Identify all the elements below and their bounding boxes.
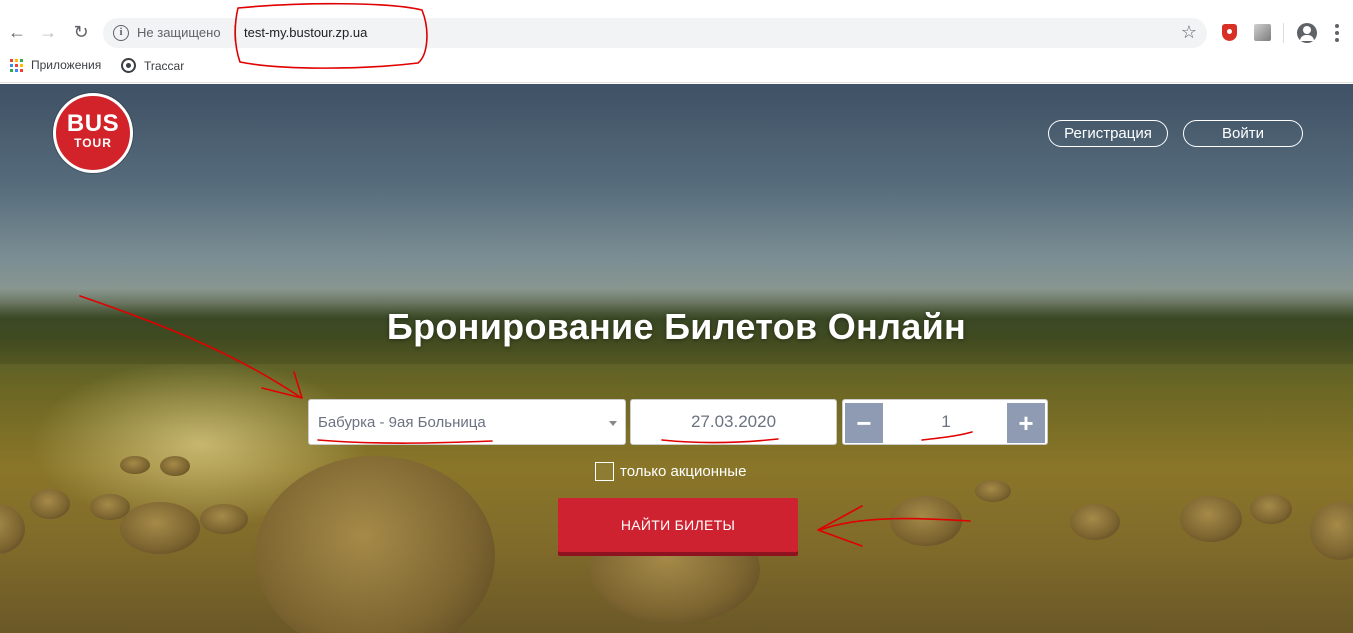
page-title: Бронирование Билетов Онлайн: [386, 306, 967, 347]
register-button[interactable]: Регистрация: [1048, 120, 1168, 147]
date-input[interactable]: 27.03.2020: [630, 399, 837, 445]
background-hay-bale: [90, 494, 130, 520]
back-arrow-icon[interactable]: ←: [5, 20, 29, 44]
shield-extension-icon[interactable]: [1222, 24, 1237, 41]
background-hay-bale: [890, 496, 962, 546]
reload-icon[interactable]: ↻: [69, 20, 93, 44]
bookmarks-bar: Приложения Traccar: [0, 54, 1353, 83]
background-hay-bale: [30, 489, 70, 519]
login-button[interactable]: Войти: [1183, 120, 1303, 147]
profile-icon[interactable]: [1297, 23, 1317, 43]
bookmark-star-icon[interactable]: ☆: [1181, 22, 1197, 43]
background-hay-bale: [255, 456, 495, 633]
background-hay-bale: [975, 480, 1011, 502]
url-text[interactable]: test-my.bustour.zp.ua: [244, 25, 367, 40]
omnibox-separator: [234, 25, 235, 41]
extension-image-icon[interactable]: [1254, 24, 1271, 41]
caret-down-icon: [609, 421, 617, 426]
bookmark-apps[interactable]: Приложения: [10, 58, 101, 72]
background-hay-bale: [1250, 494, 1292, 524]
toolbar-divider: [1283, 23, 1284, 43]
background-hay-bale: [200, 504, 248, 534]
apps-grid-icon: [10, 58, 23, 72]
browser-toolbar: ← → ↻ i Не защищено test-my.bustour.zp.u…: [0, 0, 1353, 54]
security-label: Не защищено: [137, 25, 221, 40]
find-tickets-button[interactable]: НАЙТИ БИЛЕТЫ: [558, 498, 798, 552]
kebab-menu-icon[interactable]: [1331, 22, 1343, 44]
bookmark-traccar[interactable]: Traccar: [121, 58, 184, 73]
bustour-logo[interactable]: BUS TOUR: [53, 93, 133, 173]
route-select[interactable]: Бабурка - 9ая Больница: [308, 399, 626, 445]
passenger-count-stepper: − 1 +: [842, 399, 1048, 445]
route-select-value: Бабурка - 9ая Больница: [318, 414, 486, 431]
traccar-icon: [121, 58, 136, 73]
background-hay-bale: [160, 456, 190, 476]
hero-section: BUS TOUR Регистрация Войти Бронирование …: [0, 84, 1353, 633]
background-hay-bale: [1180, 496, 1242, 542]
background-hay-bale: [1070, 504, 1120, 540]
background-hay-bale: [1310, 502, 1353, 560]
background-hay-bale: [120, 456, 150, 474]
increment-button[interactable]: +: [1007, 403, 1045, 443]
promo-only-label[interactable]: только акционные: [620, 463, 746, 480]
address-bar[interactable]: i Не защищено test-my.bustour.zp.ua ☆: [103, 18, 1207, 48]
forward-arrow-icon[interactable]: →: [36, 20, 60, 44]
passenger-count-value[interactable]: 1: [885, 412, 1007, 432]
background-hay-bale: [0, 504, 25, 554]
background-hay-bale: [120, 502, 200, 554]
logo-text-bus: BUS: [66, 110, 120, 137]
promo-only-option[interactable]: только акционные: [595, 462, 746, 481]
bookmark-label: Traccar: [144, 58, 185, 73]
info-icon[interactable]: i: [113, 25, 129, 41]
bookmark-label: Приложения: [31, 58, 102, 72]
promo-only-checkbox[interactable]: [595, 462, 614, 481]
decrement-button[interactable]: −: [845, 403, 883, 443]
logo-text-tour: TOUR: [74, 136, 112, 150]
